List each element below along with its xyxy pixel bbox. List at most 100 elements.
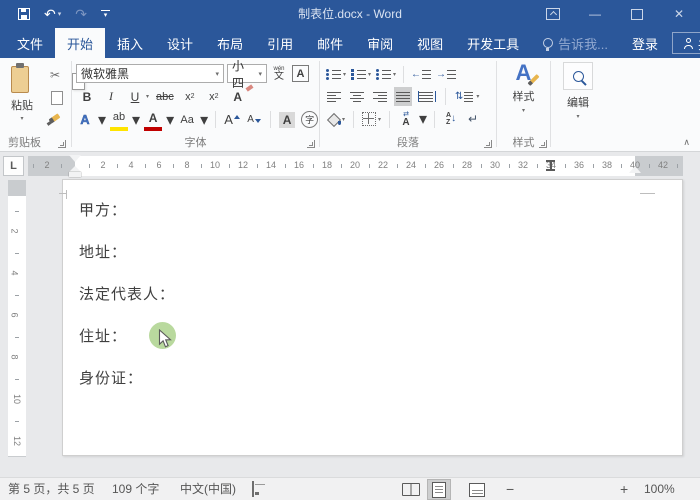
maximize-button[interactable] xyxy=(616,0,658,28)
web-layout-icon xyxy=(469,483,485,497)
increase-indent-button[interactable]: → xyxy=(435,65,457,84)
doc-line-legal-representative[interactable]: 法定代表人： xyxy=(79,286,175,304)
font-name-value: 微软雅黑 xyxy=(81,65,129,82)
bullets-button[interactable]: ▾ xyxy=(325,65,347,84)
sign-in-button[interactable]: 登录 xyxy=(620,28,670,58)
font-name-combo[interactable]: 微软雅黑▾ xyxy=(76,64,224,83)
distributed-button[interactable] xyxy=(417,87,437,106)
font-color-button[interactable]: A xyxy=(144,108,162,131)
bold-button[interactable]: B xyxy=(78,87,96,106)
chevron-down-icon: ▾ xyxy=(576,113,579,120)
search-icon-box xyxy=(563,62,593,90)
tab-review[interactable]: 审阅 xyxy=(355,28,405,58)
ruler-tick xyxy=(341,164,342,168)
print-layout-icon xyxy=(432,482,446,498)
tab-insert[interactable]: 插入 xyxy=(105,28,155,58)
copy-button[interactable] xyxy=(48,88,66,107)
line-spacing-button[interactable]: ⇅▾ xyxy=(454,87,480,106)
language-indicator[interactable]: 中文(中国) xyxy=(180,478,236,500)
clear-formatting-button[interactable]: A xyxy=(229,87,247,106)
align-left-button[interactable] xyxy=(325,87,343,106)
chevron-down-icon: ▾ xyxy=(132,110,140,130)
editing-button[interactable]: 编辑 ▾ xyxy=(551,58,605,130)
styles-group: A 样式 ▾ 样式 xyxy=(497,58,550,152)
format-painter-button[interactable] xyxy=(45,108,63,127)
ruler-tick xyxy=(425,164,426,168)
font-dialog-launcher[interactable] xyxy=(307,140,315,148)
underline-button[interactable]: U xyxy=(126,87,144,106)
word-count[interactable]: 109 个字 xyxy=(112,478,159,500)
tell-me-box[interactable]: 告诉我... xyxy=(531,28,620,58)
paragraph-group: ▾ ▾ ▾ ← → ⇅▾ ▾ ▾ ⇄A▾ xyxy=(320,58,496,152)
clipboard-dialog-launcher[interactable] xyxy=(58,140,66,148)
styles-button[interactable]: A 样式 ▾ xyxy=(497,58,550,130)
tab-stop-marker[interactable] xyxy=(546,160,555,171)
font-size-combo[interactable]: 小四▾ xyxy=(227,64,267,83)
multilevel-list-button[interactable]: ▾ xyxy=(375,65,397,84)
character-border-button[interactable]: A xyxy=(291,64,310,83)
left-indent-marker[interactable] xyxy=(69,172,81,177)
cut-button[interactable]: ✂ xyxy=(46,65,64,84)
enclose-characters-button[interactable]: 字 xyxy=(300,110,319,129)
numbering-button[interactable]: ▾ xyxy=(350,65,372,84)
paste-button[interactable]: 粘贴 ▾ xyxy=(6,63,38,122)
subscript-button[interactable]: x2 xyxy=(181,87,199,106)
shrink-font-button[interactable]: A xyxy=(245,110,263,129)
document-canvas: L 22468101214161820222426283032343638404… xyxy=(0,152,700,477)
tab-selector-button[interactable]: L xyxy=(3,156,24,176)
tab-layout[interactable]: 布局 xyxy=(205,28,255,58)
tab-mailings[interactable]: 邮件 xyxy=(305,28,355,58)
doc-line-party-a[interactable]: 甲方： xyxy=(79,202,127,220)
doc-line-id-card[interactable]: 身份证： xyxy=(79,370,143,388)
tab-home[interactable]: 开始 xyxy=(55,28,105,58)
borders-button[interactable]: ▾ xyxy=(361,110,382,129)
pinyin-guide-button[interactable]: wén文 xyxy=(270,64,288,83)
scissors-icon: ✂ xyxy=(50,68,60,82)
share-button[interactable]: 共享 xyxy=(672,32,700,54)
shading-button[interactable]: ▾ xyxy=(326,110,346,129)
zoom-out-button[interactable]: − xyxy=(506,478,514,500)
tab-view[interactable]: 视图 xyxy=(405,28,455,58)
tab-file[interactable]: 文件 xyxy=(0,28,55,58)
sort-button[interactable]: AZ↓ xyxy=(442,110,460,129)
minimize-button[interactable]: — xyxy=(574,0,616,28)
paragraph-dialog-launcher[interactable] xyxy=(484,140,492,148)
horizontal-ruler[interactable]: 224681012141618202224262830323436384042 xyxy=(28,156,683,176)
decrease-indent-button[interactable]: ← xyxy=(410,65,432,84)
styles-dialog-launcher[interactable] xyxy=(539,140,547,148)
ribbon-display-options-button[interactable] xyxy=(532,0,574,28)
ruler-number: 28 xyxy=(462,160,472,170)
align-center-button[interactable] xyxy=(348,87,366,106)
tab-developer[interactable]: 开发工具 xyxy=(455,28,531,58)
show-hide-marks-button[interactable]: ↵ xyxy=(464,110,482,129)
print-layout-button[interactable] xyxy=(427,479,451,500)
page-indicator[interactable]: 第 5 页，共 5 页 xyxy=(8,478,95,500)
asian-layout-button[interactable]: ⇄A xyxy=(397,110,415,129)
text-effects-button[interactable]: A xyxy=(76,110,94,129)
tab-references[interactable]: 引用 xyxy=(255,28,305,58)
web-layout-button[interactable] xyxy=(465,479,489,500)
align-right-icon xyxy=(373,91,387,102)
doc-line-address[interactable]: 地址： xyxy=(79,244,127,262)
italic-button[interactable]: I xyxy=(102,87,120,106)
strikethrough-button[interactable]: abc xyxy=(155,87,175,106)
ruler-tick xyxy=(15,337,19,338)
tab-design[interactable]: 设计 xyxy=(155,28,205,58)
align-right-button[interactable] xyxy=(371,87,389,106)
change-case-button[interactable]: Aa xyxy=(178,110,196,129)
zoom-level[interactable]: 100% xyxy=(644,478,675,500)
superscript-button[interactable]: x2 xyxy=(205,87,223,106)
document-page[interactable]: 甲方： 地址： 法定代表人： 住址： 身份证： xyxy=(62,179,683,456)
zoom-in-button[interactable]: + xyxy=(620,478,628,500)
justify-button[interactable] xyxy=(394,87,412,106)
ruler-tick xyxy=(61,164,62,168)
doc-line-residence[interactable]: 住址： xyxy=(79,328,127,346)
read-mode-button[interactable] xyxy=(399,479,423,500)
highlight-color-button[interactable]: ab xyxy=(110,108,128,131)
close-button[interactable]: ✕ xyxy=(658,0,700,28)
character-shading-button[interactable]: A xyxy=(278,110,296,129)
vertical-ruler[interactable]: 24681012 xyxy=(8,180,26,457)
macro-record-button[interactable] xyxy=(252,478,254,500)
grow-font-button[interactable]: A xyxy=(223,110,241,129)
collapse-ribbon-button[interactable]: ∧ xyxy=(683,137,690,148)
